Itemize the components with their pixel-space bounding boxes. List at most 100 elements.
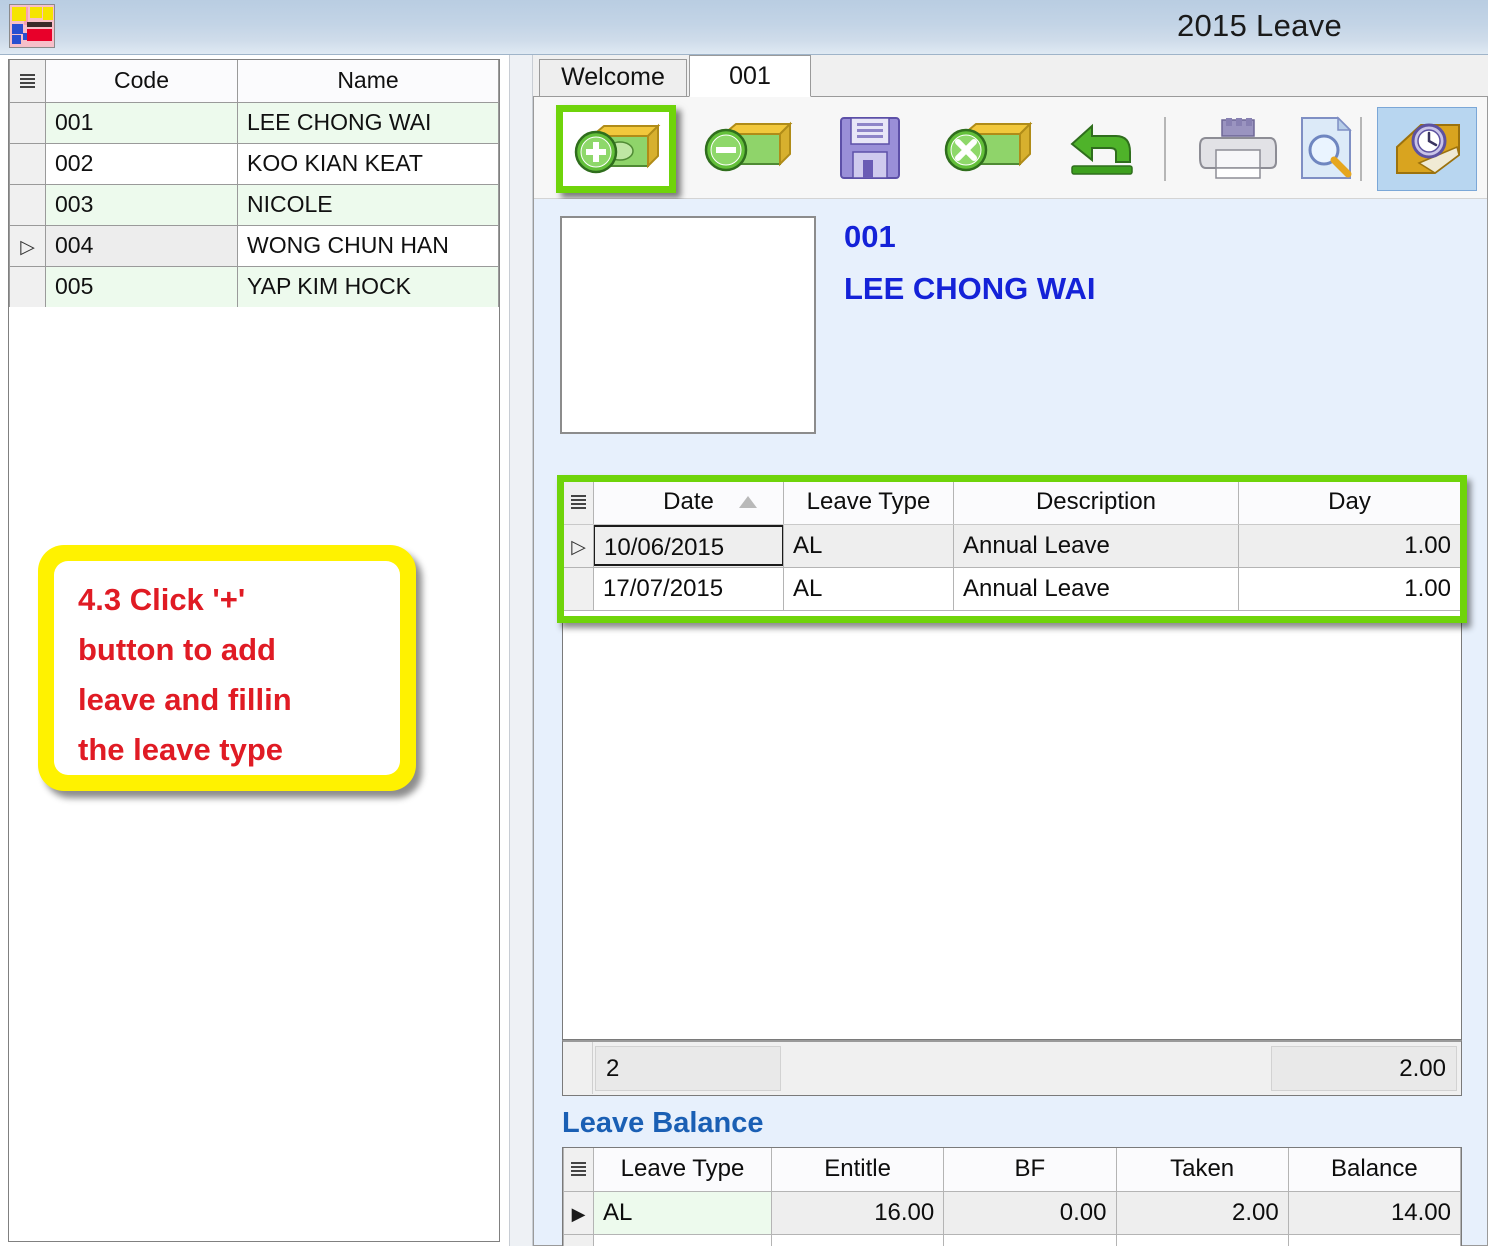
summary-indicator <box>563 1042 593 1094</box>
table-row[interactable]: ▷ 10/06/2015 AL Annual Leave 1.00 <box>564 524 1461 567</box>
table-row[interactable]: ▶ AL 16.00 0.00 2.00 14.00 <box>564 1191 1461 1234</box>
grid-menu-icon[interactable] <box>10 60 46 102</box>
cancel-button[interactable] <box>934 108 1038 188</box>
application-window: 2015 Leave Code Name 001 <box>0 0 1488 1246</box>
cell-code[interactable]: 002 <box>46 143 238 184</box>
callout-line-4: the leave type <box>78 725 384 775</box>
row-indicator <box>564 567 594 610</box>
row-indicator <box>10 266 46 307</box>
clock-history-icon <box>1389 113 1467 185</box>
table-row-selected[interactable]: ▷ 004 WONG CHUN HAN <box>10 225 499 266</box>
cell-leave-type[interactable]: AL <box>784 567 954 610</box>
callout-line-1: 4.3 Click '+' <box>78 575 384 625</box>
employee-code: 001 <box>844 219 896 255</box>
detail-panel: Welcome 001 <box>533 55 1488 1246</box>
toolbar-separator <box>1360 117 1362 181</box>
cell-name[interactable]: NICOLE <box>238 184 499 225</box>
cell-description[interactable]: Annual Leave <box>954 567 1239 610</box>
cell-taken[interactable]: 2.00 <box>1116 1191 1288 1234</box>
cell-name[interactable]: LEE CHONG WAI <box>238 102 499 143</box>
save-button[interactable] <box>819 108 923 188</box>
cell-code[interactable]: 005 <box>46 266 238 307</box>
column-header-name[interactable]: Name <box>238 60 499 102</box>
summary-record-count: 2 <box>595 1046 781 1091</box>
preview-document-icon <box>1292 114 1362 184</box>
grid-menu-icon[interactable] <box>564 1148 594 1191</box>
column-header-balance[interactable]: Balance <box>1288 1148 1460 1191</box>
toolbar <box>534 97 1487 199</box>
cell-day[interactable]: 1.00 <box>1239 524 1461 567</box>
grid-menu-icon[interactable] <box>564 481 594 524</box>
leave-balance-header-row: Leave Type Entitle BF Taken Balance <box>564 1148 1461 1191</box>
floppy-disk-icon <box>835 112 905 184</box>
cell-day[interactable]: 1.00 <box>1239 567 1461 610</box>
tab-welcome[interactable]: Welcome <box>539 59 687 97</box>
leave-balance-grid[interactable]: Leave Type Entitle BF Taken Balance ▶ AL… <box>562 1147 1462 1246</box>
cell-code[interactable]: 003 <box>46 184 238 225</box>
employee-list-panel: Code Name 001 LEE CHONG WAI 002 KOO KIAN… <box>0 55 509 1246</box>
title-bar: 2015 Leave <box>0 0 1488 55</box>
employee-list-grid[interactable]: Code Name 001 LEE CHONG WAI 002 KOO KIAN… <box>8 59 500 307</box>
table-row[interactable]: MC 22.00 0.00 0.00 22.00 <box>564 1234 1461 1246</box>
tab-content: 001 LEE CHONG WAI Date <box>533 97 1488 1246</box>
row-indicator-current: ▶ <box>564 1191 594 1234</box>
print-preview-button[interactable] <box>1274 108 1378 188</box>
table-row[interactable]: 17/07/2015 AL Annual Leave 1.00 <box>564 567 1461 610</box>
undo-button[interactable] <box>1046 108 1150 188</box>
cell-code[interactable]: 004 <box>46 225 238 266</box>
cell-date-focused[interactable]: 10/06/2015 <box>593 525 784 566</box>
delete-leave-button[interactable] <box>694 108 798 188</box>
cell-bf[interactable]: 0.00 <box>944 1234 1116 1246</box>
cell-name[interactable]: KOO KIAN KEAT <box>238 143 499 184</box>
cell-date[interactable]: 10/06/2015 <box>594 524 784 567</box>
column-header-entitle[interactable]: Entitle <box>772 1148 944 1191</box>
column-header-leave-type[interactable]: Leave Type <box>594 1148 772 1191</box>
cell-balance[interactable]: 22.00 <box>1288 1234 1460 1246</box>
panel-splitter[interactable] <box>509 55 533 1246</box>
column-header-day[interactable]: Day <box>1239 481 1461 524</box>
toolbar-separator <box>1164 117 1166 181</box>
cell-taken[interactable]: 0.00 <box>1116 1234 1288 1246</box>
history-button[interactable] <box>1377 107 1477 191</box>
summary-total-days: 2.00 <box>1271 1046 1457 1091</box>
table-row[interactable]: 003 NICOLE <box>10 184 499 225</box>
cell-leave-type[interactable]: AL <box>594 1191 772 1234</box>
row-indicator-current: ▷ <box>10 225 46 266</box>
cell-leave-type[interactable]: MC <box>594 1234 772 1246</box>
employee-list-header-row: Code Name <box>10 60 499 102</box>
leave-grid-summary: 2 2.00 <box>562 1040 1462 1096</box>
cell-entitle[interactable]: 16.00 <box>772 1191 944 1234</box>
cancel-money-icon <box>938 114 1034 184</box>
table-row[interactable]: 005 YAP KIM HOCK <box>10 266 499 307</box>
leave-grid[interactable]: Date Leave Type Description Day ▷ <box>562 480 1462 1040</box>
column-header-code[interactable]: Code <box>46 60 238 102</box>
cell-name[interactable]: WONG CHUN HAN <box>238 225 499 266</box>
app-logo-icon <box>9 4 55 48</box>
table-row[interactable]: 002 KOO KIAN KEAT <box>10 143 499 184</box>
cell-leave-type[interactable]: AL <box>784 524 954 567</box>
cell-bf[interactable]: 0.00 <box>944 1191 1116 1234</box>
column-header-date[interactable]: Date <box>594 481 784 524</box>
leave-grid-header-row: Date Leave Type Description Day <box>564 481 1461 524</box>
column-header-bf[interactable]: BF <box>944 1148 1116 1191</box>
row-indicator <box>564 1234 594 1246</box>
callout-line-2: button to add <box>78 625 384 675</box>
cell-description[interactable]: Annual Leave <box>954 524 1239 567</box>
cell-entitle[interactable]: 22.00 <box>772 1234 944 1246</box>
row-indicator <box>10 184 46 225</box>
tab-strip: Welcome 001 <box>533 55 1488 97</box>
leave-balance-heading: Leave Balance <box>562 1107 764 1140</box>
sort-ascending-icon <box>739 496 757 508</box>
column-header-taken[interactable]: Taken <box>1116 1148 1288 1191</box>
page-title: 2015 Leave <box>1177 8 1342 44</box>
cell-date[interactable]: 17/07/2015 <box>594 567 784 610</box>
column-header-leave-type[interactable]: Leave Type <box>784 481 954 524</box>
cell-balance[interactable]: 14.00 <box>1288 1191 1460 1234</box>
column-header-description[interactable]: Description <box>954 481 1239 524</box>
cell-name[interactable]: YAP KIM HOCK <box>238 266 499 307</box>
cell-code[interactable]: 001 <box>46 102 238 143</box>
employee-photo[interactable] <box>560 216 816 434</box>
table-row[interactable]: 001 LEE CHONG WAI <box>10 102 499 143</box>
tab-001[interactable]: 001 <box>689 55 811 97</box>
add-leave-button[interactable] <box>556 105 676 193</box>
